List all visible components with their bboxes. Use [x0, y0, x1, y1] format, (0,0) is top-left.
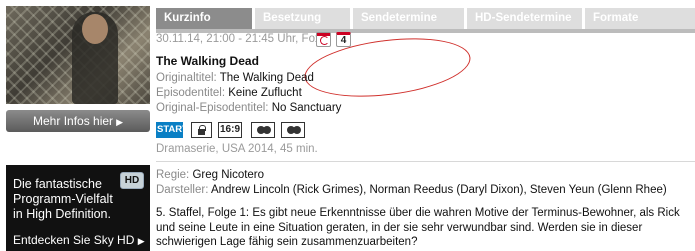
meta-episodentitel: Episodentitel: Keine Zuflucht: [156, 87, 302, 99]
tab-kurzinfo[interactable]: Kurzinfo: [156, 8, 252, 29]
meta-value: No Sanctuary: [271, 102, 342, 114]
more-info-button[interactable]: Mehr Infos hier ▶: [6, 110, 150, 132]
credit-value: Greg Nicotero: [192, 169, 265, 181]
credit-key: Darsteller:: [156, 184, 209, 196]
poster-face: [82, 14, 108, 44]
show-poster-image[interactable]: [6, 6, 150, 104]
more-info-label: Mehr Infos hier: [33, 114, 114, 128]
meta-key: Episodentitel:: [156, 87, 226, 99]
section-divider: [156, 161, 695, 162]
play-arrow-icon: ▶: [137, 236, 145, 246]
play-arrow-icon: ▶: [116, 117, 123, 127]
ad-cta-link[interactable]: Entdecken Sie Sky HD ▶: [13, 233, 145, 247]
meta-originaltitel: Originaltitel: The Walking Dead: [156, 72, 314, 84]
dolby-digital-icon: [281, 122, 305, 138]
credit-value: Andrew Lincoln (Rick Grimes), Norman Ree…: [210, 184, 667, 196]
tab-besetzung[interactable]: Besetzung: [255, 8, 350, 29]
credit-key: Regie:: [156, 169, 190, 181]
genre-line: Dramaserie, USA 2014, 45 min.: [156, 143, 318, 155]
sky-hd-ad-banner[interactable]: Die fantastische Programm-Vielfalt in Hi…: [6, 165, 150, 251]
aspect-ratio-badge: 16:9: [218, 122, 242, 138]
start-badge: START: [156, 122, 188, 138]
ad-headline: Die fantastische Programm-Vielfalt in Hi…: [13, 177, 113, 221]
ad-cta-label: Entdecken Sie Sky HD: [13, 233, 135, 247]
episode-description: 5. Staffel, Folge 1: Es gibt neue Erkenn…: [156, 207, 680, 248]
reminder-clock-icon[interactable]: [316, 32, 331, 47]
tab-sendetermine[interactable]: Sendetermine: [353, 8, 464, 29]
meta-value: The Walking Dead: [219, 72, 314, 84]
meta-original-episodentitel: Original-Episodentitel: No Sanctuary: [156, 102, 341, 114]
episode-title: The Walking Dead: [156, 54, 259, 68]
dolby-icon: [251, 122, 275, 138]
meta-key: Original-Episodentitel:: [156, 102, 269, 114]
calendar-icon[interactable]: 4: [336, 32, 351, 47]
hd-badge-icon: HD: [120, 172, 144, 189]
credits-regie: Regie: Greg Nicotero: [156, 169, 264, 181]
tab-hd-sendetermine[interactable]: HD-Sendetermine: [467, 8, 582, 29]
tab-formate[interactable]: Formate: [585, 8, 695, 29]
meta-key: Originaltitel:: [156, 72, 217, 84]
airtime-text: 30.11.14, 21:00 - 21:45 Uhr, Fox: [156, 33, 321, 45]
lock-icon: [191, 122, 212, 138]
credits-darsteller: Darsteller: Andrew Lincoln (Rick Grimes)…: [156, 184, 667, 196]
meta-value: Keine Zuflucht: [228, 87, 302, 99]
